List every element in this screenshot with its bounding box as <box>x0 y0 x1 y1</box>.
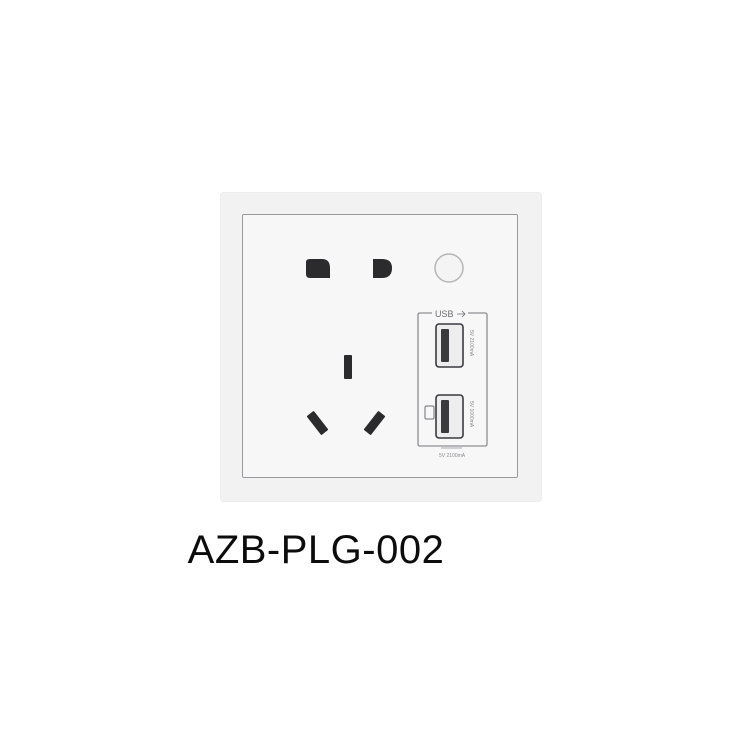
earth-pin-slot <box>344 355 352 379</box>
usb-module: USB 5V 2100mA 5V 1000mA 5V 2100mA <box>417 309 488 459</box>
right-angled-slot <box>363 411 386 435</box>
socket-illustration: USB 5V 2100mA 5V 1000mA 5V 2100mA <box>306 253 488 459</box>
usb-port-1 <box>435 323 464 368</box>
model-number: AZB-PLG-002 <box>187 528 445 572</box>
usb-port-2-tongue <box>441 400 449 433</box>
usb-port-1-tongue <box>441 329 449 362</box>
usb-port-2-rating: 5V 1000mA <box>468 401 474 428</box>
left-angled-slot <box>306 411 329 435</box>
usb-total-rating: 5V 2100mA <box>439 453 466 459</box>
left-pin-slot <box>306 259 330 278</box>
usb-port-1-rating: 5V 2100mA <box>468 330 474 357</box>
right-pin-slot <box>373 259 392 278</box>
usb-symbol-icon <box>457 310 466 318</box>
usb-port-2 <box>435 394 464 439</box>
two-pin-outlet <box>306 259 392 278</box>
usb-label: USB <box>435 309 454 319</box>
three-pin-outlet <box>306 355 386 435</box>
phone-icon <box>424 405 435 420</box>
indicator-light <box>434 253 464 283</box>
product-image: USB 5V 2100mA 5V 1000mA 5V 2100mA AZB-PL… <box>0 0 750 750</box>
